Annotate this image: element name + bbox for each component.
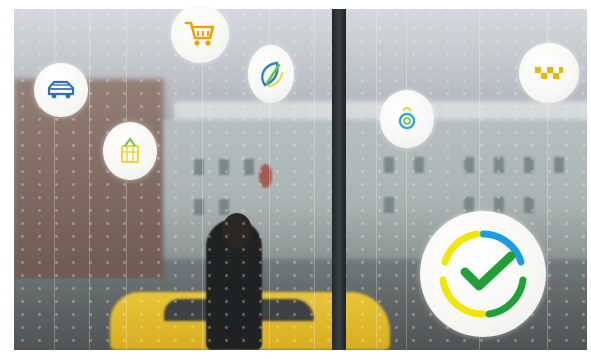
window-pillar xyxy=(332,9,346,350)
cart-sticker xyxy=(171,5,229,63)
leaf-icon xyxy=(261,61,284,88)
sberbank-logo-sticker xyxy=(420,211,546,337)
basket-icon xyxy=(120,137,140,164)
taxi-sticker xyxy=(519,43,579,103)
car-sticker xyxy=(34,63,88,117)
basket-sticker xyxy=(103,122,157,180)
taxi-icon xyxy=(535,67,563,79)
apple-icon xyxy=(398,106,416,130)
leaf-sticker xyxy=(248,45,294,103)
sberbank-logo-icon xyxy=(439,230,527,318)
cart-icon xyxy=(184,21,215,46)
apple-sticker xyxy=(380,90,434,148)
car-icon xyxy=(47,80,75,99)
